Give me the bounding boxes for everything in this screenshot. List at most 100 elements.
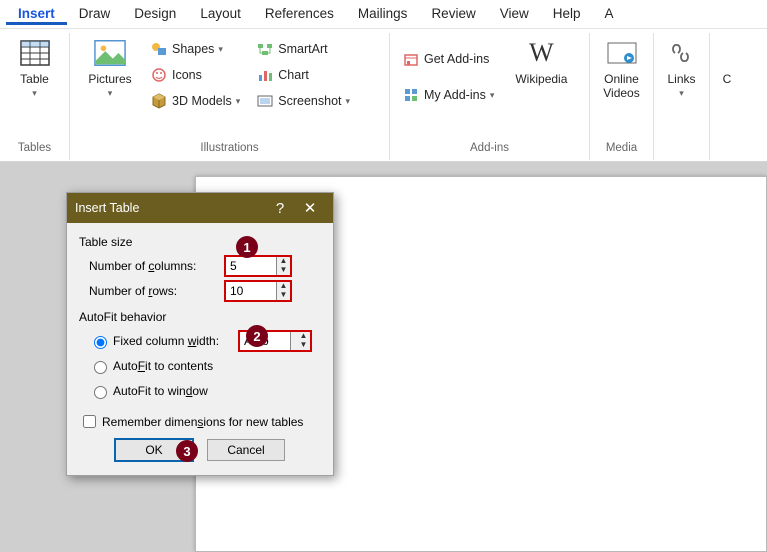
spin-down-icon[interactable]: ▼ bbox=[297, 341, 310, 350]
autofit-window-radio[interactable] bbox=[94, 386, 107, 399]
ribbon-body: Table ▾ Tables Pictures ▾ Shapes bbox=[0, 28, 767, 160]
video-icon bbox=[606, 37, 638, 69]
help-button[interactable]: ? bbox=[265, 200, 295, 217]
wikipedia-icon: W bbox=[525, 37, 557, 69]
online-videos-button[interactable]: Online Videos bbox=[598, 33, 645, 105]
get-addins-button[interactable]: Get Add-ins bbox=[398, 47, 498, 71]
chart-button[interactable]: Chart bbox=[252, 63, 354, 87]
tab-review[interactable]: Review bbox=[419, 3, 487, 25]
group-links: Links ▾ bbox=[654, 33, 710, 160]
addins-icon bbox=[402, 86, 420, 104]
table-icon bbox=[19, 37, 51, 69]
smartart-button[interactable]: SmartArt bbox=[252, 37, 354, 61]
chevron-down-icon: ▾ bbox=[32, 88, 37, 98]
cube-icon bbox=[150, 92, 168, 110]
tab-mailings[interactable]: Mailings bbox=[346, 3, 420, 25]
tab-design[interactable]: Design bbox=[122, 3, 188, 25]
rows-input[interactable] bbox=[225, 281, 277, 301]
section-table-size: Table size bbox=[79, 235, 321, 249]
get-addins-label: Get Add-ins bbox=[424, 52, 489, 66]
shapes-label: Shapes bbox=[172, 42, 214, 56]
chevron-down-icon: ▾ bbox=[679, 88, 684, 98]
smartart-icon bbox=[256, 40, 274, 58]
group-label-tables: Tables bbox=[8, 138, 61, 160]
wikipedia-label: Wikipedia bbox=[515, 73, 567, 87]
annotation-3: 3 bbox=[176, 440, 198, 462]
store-icon bbox=[402, 50, 420, 68]
my-addins-button[interactable]: My Add-ins ▾ bbox=[398, 83, 498, 107]
comment-icon bbox=[718, 37, 736, 69]
icons-label: Icons bbox=[172, 68, 202, 82]
links-label: Links bbox=[667, 73, 695, 87]
group-label-illustrations: Illustrations bbox=[78, 138, 381, 160]
autofit-window-label: AutoFit to window bbox=[113, 384, 208, 398]
screenshot-label: Screenshot bbox=[278, 94, 341, 108]
group-illustrations: Pictures ▾ Shapes ▾ Icons 3D Models ▾ bbox=[70, 33, 390, 160]
insert-table-dialog: Insert Table ? ✕ Table size Number of co… bbox=[66, 192, 334, 476]
tab-draw[interactable]: Draw bbox=[67, 3, 123, 25]
rows-label: Number of rows: bbox=[89, 284, 225, 298]
smartart-label: SmartArt bbox=[278, 42, 327, 56]
wikipedia-button[interactable]: W Wikipedia bbox=[506, 33, 576, 91]
icons-icon bbox=[150, 66, 168, 84]
chevron-down-icon: ▾ bbox=[346, 96, 351, 107]
chevron-down-icon: ▾ bbox=[108, 88, 113, 98]
tab-help[interactable]: Help bbox=[541, 3, 593, 25]
group-comments-cut: C bbox=[710, 33, 732, 160]
annotation-2: 2 bbox=[246, 325, 268, 347]
autofit-contents-label: AutoFit to contents bbox=[113, 359, 213, 373]
pictures-icon bbox=[94, 37, 126, 69]
icons-button[interactable]: Icons bbox=[146, 63, 244, 87]
spin-down-icon[interactable]: ▼ bbox=[277, 266, 290, 275]
remember-label: Remember dimensions for new tables bbox=[102, 415, 303, 429]
ribbon-tabs: Insert Draw Design Layout References Mai… bbox=[0, 0, 767, 28]
tab-insert[interactable]: Insert bbox=[6, 3, 67, 25]
chevron-down-icon: ▾ bbox=[490, 90, 495, 101]
tab-view[interactable]: View bbox=[488, 3, 541, 25]
columns-label: Number of columns: bbox=[89, 259, 225, 273]
rows-spinner[interactable]: ▲▼ bbox=[225, 281, 291, 301]
3d-models-label: 3D Models bbox=[172, 94, 232, 108]
ribbon: Insert Draw Design Layout References Mai… bbox=[0, 0, 767, 162]
group-addins: Get Add-ins My Add-ins ▾ W Wikipedia Add-… bbox=[390, 33, 590, 160]
cancel-button[interactable]: Cancel bbox=[207, 439, 285, 461]
shapes-button[interactable]: Shapes ▾ bbox=[146, 37, 244, 61]
tab-cut[interactable]: A bbox=[593, 3, 626, 25]
close-button[interactable]: ✕ bbox=[295, 199, 325, 217]
pictures-button-label: Pictures bbox=[88, 73, 131, 87]
tab-references[interactable]: References bbox=[253, 3, 346, 25]
shapes-icon bbox=[150, 40, 168, 58]
comment-button-cut[interactable]: C bbox=[718, 33, 736, 91]
group-label-links bbox=[662, 138, 701, 160]
group-label-addins: Add-ins bbox=[398, 138, 581, 160]
links-button[interactable]: Links ▾ bbox=[662, 33, 701, 102]
screenshot-icon bbox=[256, 92, 274, 110]
dialog-titlebar[interactable]: Insert Table ? ✕ bbox=[67, 193, 333, 223]
chart-label: Chart bbox=[278, 68, 309, 82]
chevron-down-icon: ▾ bbox=[236, 96, 241, 107]
fixed-width-label: Fixed column width: bbox=[113, 334, 239, 348]
screenshot-button[interactable]: Screenshot ▾ bbox=[252, 89, 354, 113]
columns-input[interactable] bbox=[225, 256, 277, 276]
chart-icon bbox=[256, 66, 274, 84]
group-tables: Table ▾ Tables bbox=[0, 33, 70, 160]
fixed-width-radio[interactable] bbox=[94, 336, 107, 349]
section-autofit: AutoFit behavior bbox=[79, 310, 321, 324]
spin-down-icon[interactable]: ▼ bbox=[277, 291, 290, 300]
columns-spinner[interactable]: ▲▼ bbox=[225, 256, 291, 276]
my-addins-label: My Add-ins bbox=[424, 88, 486, 102]
tab-layout[interactable]: Layout bbox=[188, 3, 253, 25]
chevron-down-icon: ▾ bbox=[218, 44, 223, 55]
group-label-media: Media bbox=[598, 138, 645, 160]
dialog-title: Insert Table bbox=[75, 201, 139, 215]
online-videos-label: Online Videos bbox=[600, 73, 643, 101]
comment-label-cut: C bbox=[723, 73, 732, 87]
link-icon bbox=[666, 37, 698, 69]
group-media: Online Videos Media bbox=[590, 33, 654, 160]
table-button-label: Table bbox=[20, 73, 49, 87]
remember-checkbox[interactable] bbox=[83, 415, 96, 428]
table-button[interactable]: Table ▾ bbox=[8, 33, 61, 102]
pictures-button[interactable]: Pictures ▾ bbox=[78, 33, 142, 102]
3d-models-button[interactable]: 3D Models ▾ bbox=[146, 89, 244, 113]
autofit-contents-radio[interactable] bbox=[94, 361, 107, 374]
